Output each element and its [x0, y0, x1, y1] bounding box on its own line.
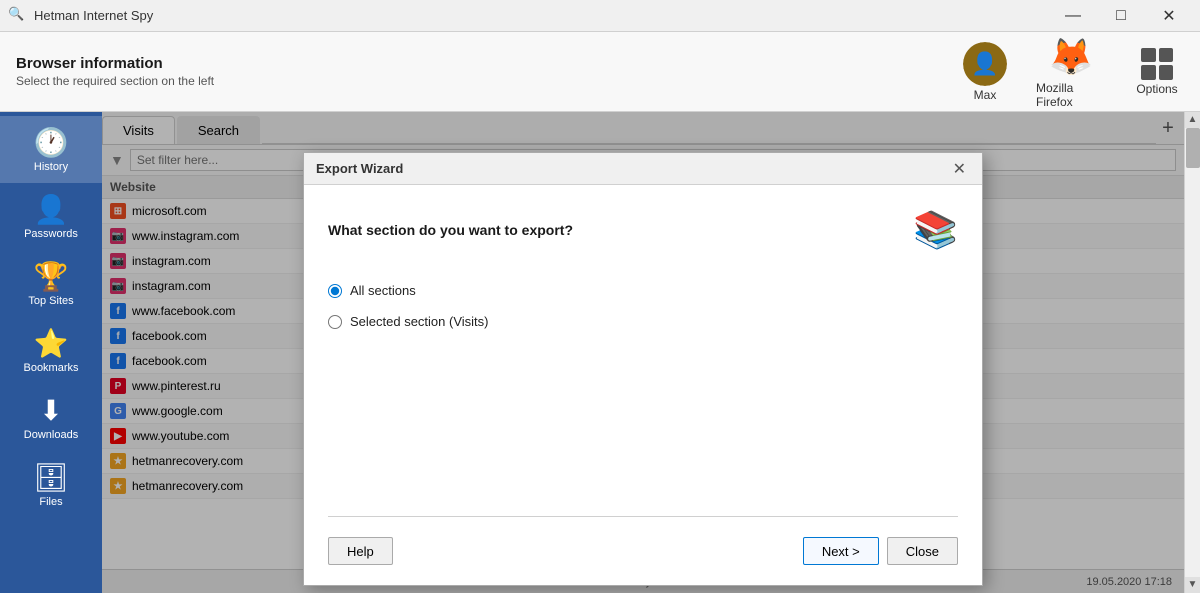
- history-icon: 🕐: [34, 126, 69, 159]
- modal-question: What section do you want to export?: [328, 222, 573, 238]
- toolbar-item-options[interactable]: Options: [1122, 48, 1192, 96]
- content-area: Visits Search + ▼ Website ⊞ microsoft.co…: [102, 112, 1184, 593]
- scrollbar[interactable]: ▲ ▼: [1184, 112, 1200, 593]
- option-all-sections[interactable]: All sections: [328, 283, 958, 298]
- toolbar-item-user[interactable]: 👤 Max: [950, 42, 1020, 102]
- options-label: Options: [1136, 82, 1177, 96]
- title-bar: 🔍 Hetman Internet Spy — □ ✕: [0, 0, 1200, 32]
- scroll-down-button[interactable]: ▼: [1185, 577, 1200, 593]
- passwords-icon: 👤: [34, 193, 69, 226]
- modal-close-button-footer[interactable]: Close: [887, 537, 958, 565]
- export-wizard-modal: Export Wizard ✕ What section do you want…: [303, 152, 983, 586]
- window-controls: — □ ✕: [1050, 0, 1192, 32]
- radio-selected-section-label: Selected section (Visits): [350, 314, 489, 329]
- radio-all-sections[interactable]: [328, 284, 342, 298]
- scroll-thumb[interactable]: [1186, 128, 1200, 168]
- scroll-up-button[interactable]: ▲: [1185, 112, 1200, 128]
- toolbar: Browser information Select the required …: [0, 32, 1200, 112]
- sidebar-item-top-sites[interactable]: 🏆 Top Sites: [0, 250, 102, 317]
- modal-close-button[interactable]: ✕: [949, 159, 970, 179]
- sidebar-label-downloads: Downloads: [24, 429, 78, 441]
- scroll-track: [1185, 128, 1200, 577]
- firefox-label: Mozilla Firefox: [1036, 81, 1106, 109]
- sidebar-label-history: History: [34, 161, 68, 173]
- modal-question-row: What section do you want to export? 📚: [328, 209, 958, 251]
- options-icon: [1141, 48, 1173, 80]
- modal-footer-right: Next > Close: [803, 537, 958, 565]
- sidebar-label-files: Files: [39, 496, 62, 508]
- top-sites-icon: 🏆: [34, 260, 69, 293]
- modal-books-icon: 📚: [913, 209, 958, 251]
- main-layout: 🕐 History 👤 Passwords 🏆 Top Sites ⭐ Book…: [0, 112, 1200, 593]
- sidebar-item-files[interactable]: 🗄 Files: [0, 451, 102, 518]
- sidebar: 🕐 History 👤 Passwords 🏆 Top Sites ⭐ Book…: [0, 112, 102, 593]
- sidebar-item-passwords[interactable]: 👤 Passwords: [0, 183, 102, 250]
- sidebar-item-bookmarks[interactable]: ⭐ Bookmarks: [0, 317, 102, 384]
- app-title: Hetman Internet Spy: [34, 8, 1050, 23]
- radio-selected-section[interactable]: [328, 315, 342, 329]
- browser-info-title: Browser information: [16, 55, 214, 72]
- close-button[interactable]: ✕: [1146, 0, 1192, 32]
- next-button[interactable]: Next >: [803, 537, 879, 565]
- user-label: Max: [974, 88, 997, 102]
- browser-info: Browser information Select the required …: [16, 55, 214, 88]
- toolbar-right: 👤 Max 🦊 Mozilla Firefox Options: [950, 35, 1192, 109]
- help-button[interactable]: Help: [328, 537, 393, 565]
- option-selected-section[interactable]: Selected section (Visits): [328, 314, 958, 329]
- avatar: 👤: [963, 42, 1007, 86]
- app-icon: 🔍: [8, 6, 28, 26]
- toolbar-item-firefox[interactable]: 🦊 Mozilla Firefox: [1036, 35, 1106, 109]
- modal-footer-left: Help: [328, 537, 803, 565]
- downloads-icon: ⬇: [39, 394, 62, 427]
- modal-options: All sections Selected section (Visits): [328, 275, 958, 431]
- sidebar-label-top-sites: Top Sites: [28, 295, 73, 307]
- files-icon: 🗄: [33, 461, 69, 494]
- sidebar-label-bookmarks: Bookmarks: [23, 362, 78, 374]
- modal-titlebar: Export Wizard ✕: [304, 153, 982, 185]
- sidebar-item-downloads[interactable]: ⬇ Downloads: [0, 384, 102, 451]
- modal-title: Export Wizard: [316, 161, 949, 176]
- browser-info-section: Browser information Select the required …: [8, 55, 214, 88]
- firefox-icon: 🦊: [1049, 35, 1093, 79]
- modal-overlay: Export Wizard ✕ What section do you want…: [102, 112, 1184, 593]
- maximize-button[interactable]: □: [1098, 0, 1144, 32]
- modal-body: What section do you want to export? 📚 Al…: [304, 185, 982, 585]
- modal-divider: [328, 516, 958, 517]
- sidebar-label-passwords: Passwords: [24, 228, 78, 240]
- sidebar-item-history[interactable]: 🕐 History: [0, 116, 102, 183]
- browser-info-subtitle: Select the required section on the left: [16, 74, 214, 88]
- minimize-button[interactable]: —: [1050, 0, 1096, 32]
- radio-all-sections-label: All sections: [350, 283, 416, 298]
- bookmarks-icon: ⭐: [34, 327, 69, 360]
- modal-footer: Help Next > Close: [328, 525, 958, 569]
